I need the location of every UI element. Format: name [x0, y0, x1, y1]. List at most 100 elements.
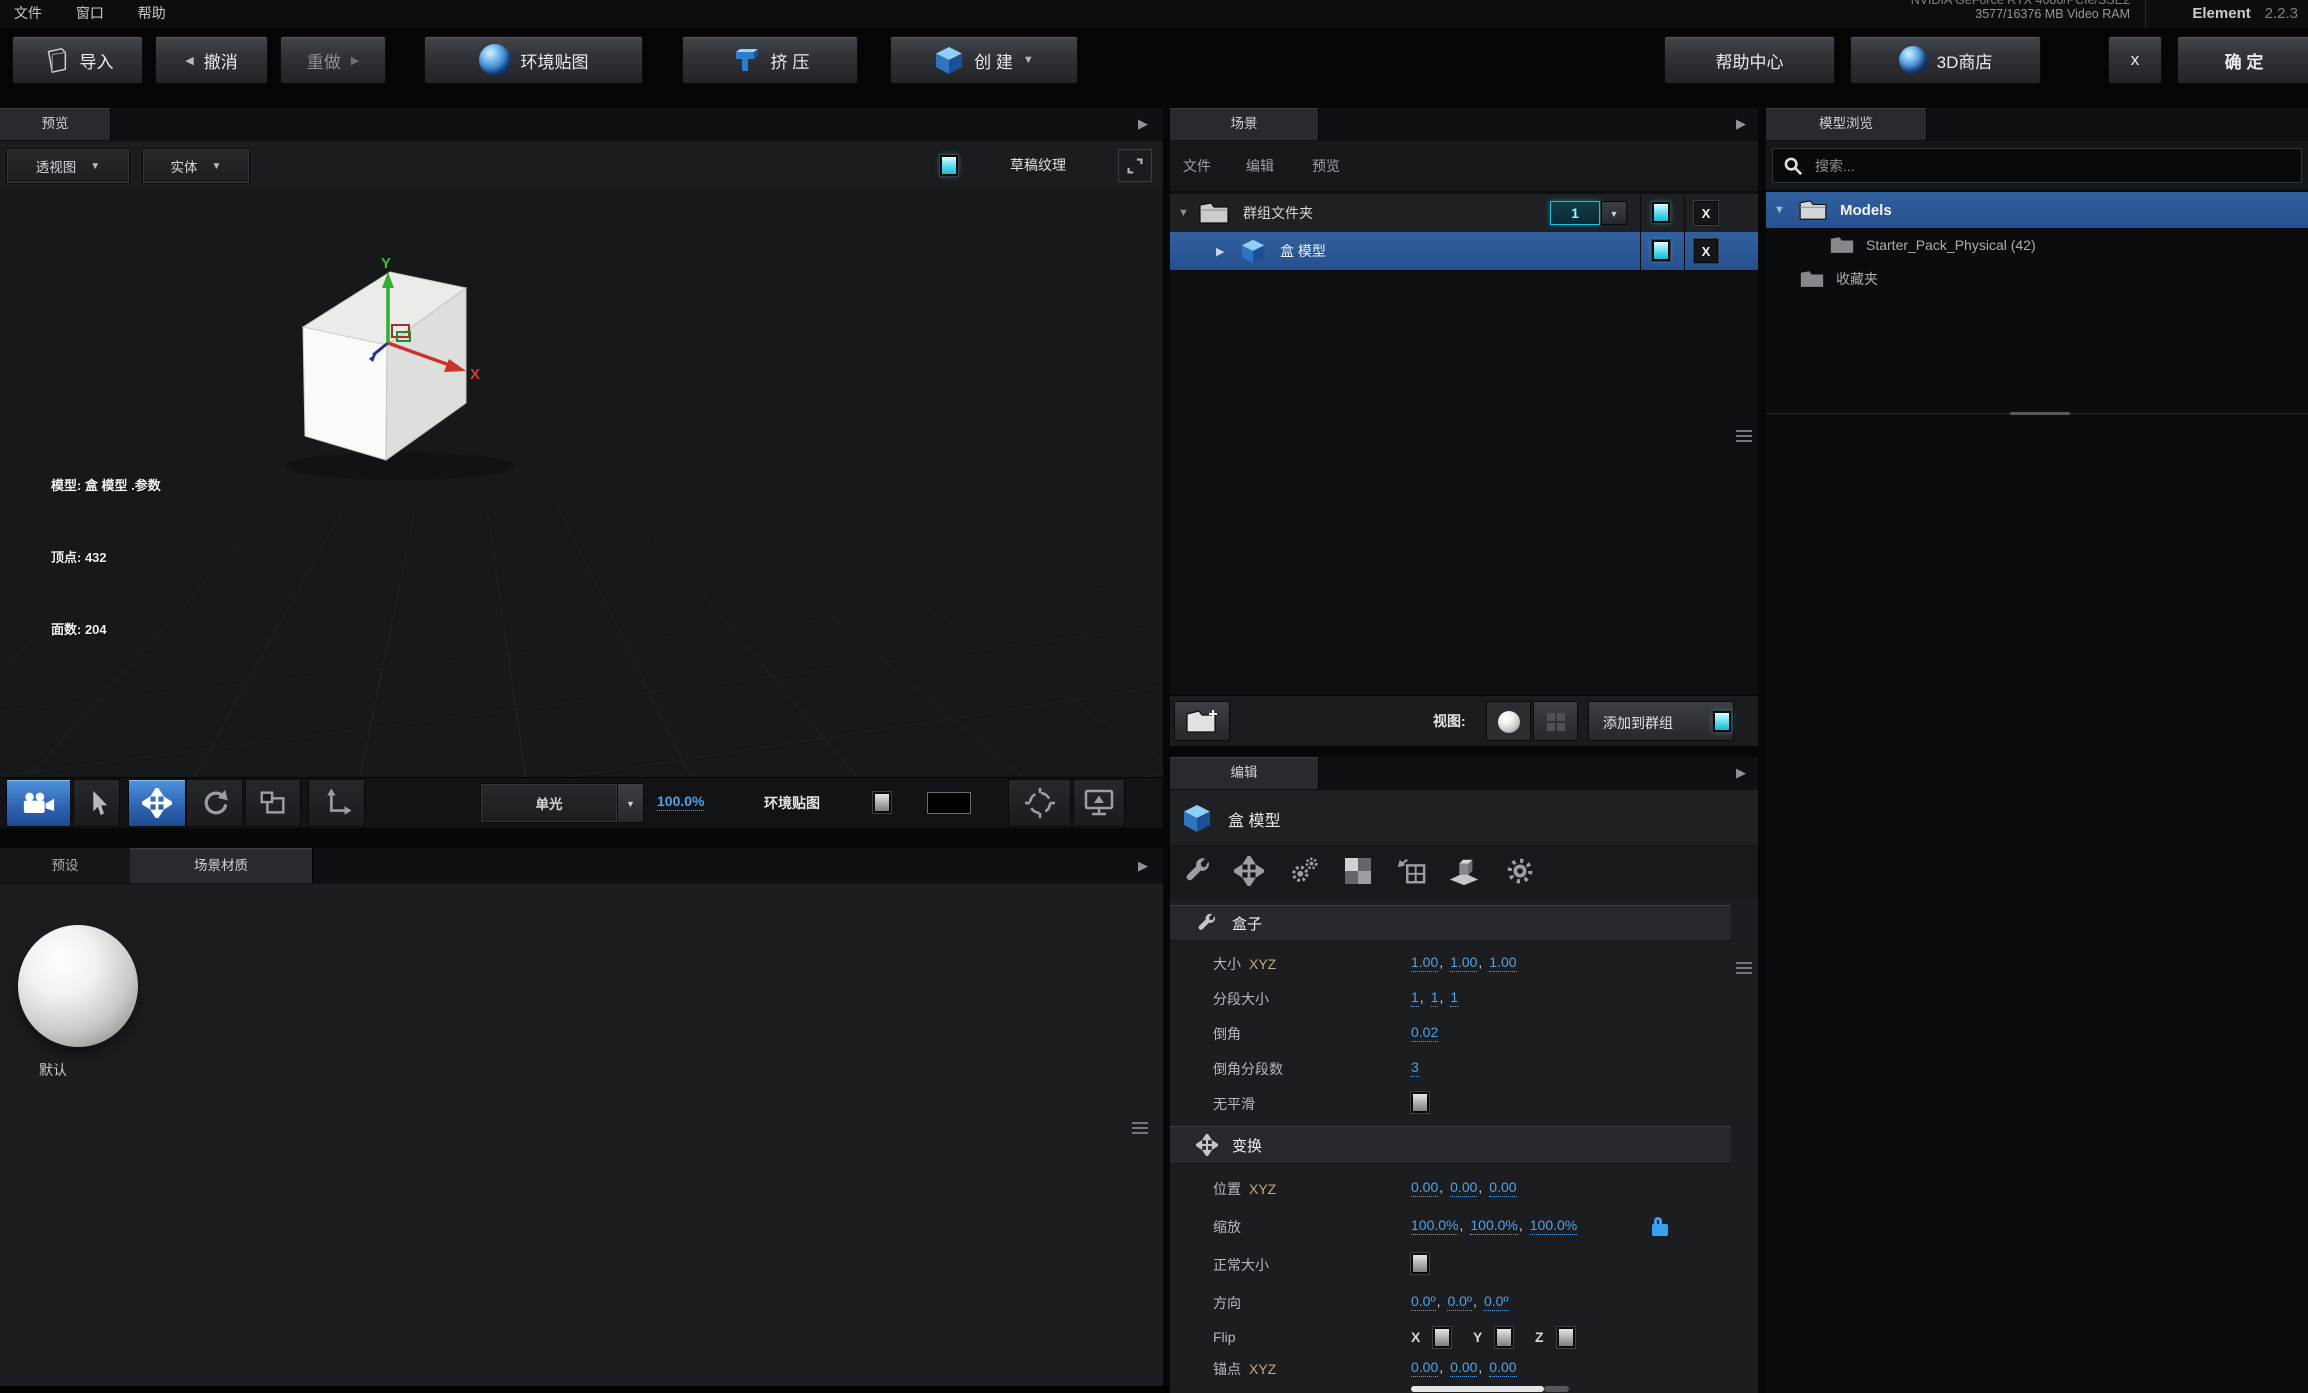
env-map-checkbox[interactable] [873, 792, 891, 813]
position-x-field[interactable]: 0.00 [1411, 1179, 1438, 1197]
menu-help[interactable]: 帮助 [138, 0, 166, 26]
browser-row-starter-pack[interactable]: Starter_Pack_Physical (42) [1766, 228, 2308, 262]
environment-map-button[interactable]: 环境贴图 [424, 36, 643, 84]
undo-button[interactable]: ◀ 撤消 [155, 36, 268, 84]
segments-z-field[interactable]: 1 [1450, 989, 1458, 1007]
anchor-x-field[interactable]: 0.00 [1411, 1359, 1438, 1377]
orientation-x-field[interactable]: 0.0º [1411, 1293, 1436, 1311]
bevel-extrude-icon[interactable] [1448, 856, 1480, 886]
materials-panel-arrow-icon[interactable]: ▶ [1138, 858, 1148, 874]
close-button[interactable]: x [2108, 36, 2162, 84]
model-delete-button[interactable]: X [1694, 239, 1718, 263]
scene-menu-file[interactable]: 文件 [1183, 156, 1211, 176]
add-to-group-checkbox[interactable] [1713, 711, 1731, 732]
tab-preview[interactable]: 预览 [0, 108, 111, 140]
shading-mode-select[interactable]: 实体 ▼ [142, 148, 250, 184]
flip-x-checkbox[interactable] [1433, 1327, 1451, 1348]
scale-x-field[interactable]: 100.0% [1411, 1217, 1458, 1235]
material-preview-sphere[interactable] [18, 925, 138, 1047]
browser-splitter-handle[interactable] [2010, 412, 2070, 415]
env-color-swatch[interactable] [927, 792, 971, 814]
model-visibility-checkbox[interactable] [1652, 240, 1670, 261]
normal-size-checkbox[interactable] [1411, 1253, 1429, 1274]
camera-mode-select[interactable]: 透视图 ▼ [6, 148, 130, 184]
help-center-button[interactable]: 帮助中心 [1664, 36, 1835, 84]
store-button[interactable]: 3D商店 [1850, 36, 2041, 84]
group-count-box[interactable]: 1 [1550, 201, 1600, 225]
tab-model-browser[interactable]: 模型浏览 [1766, 108, 1927, 140]
output-display-button[interactable] [1073, 779, 1125, 827]
tree-expander-icon[interactable]: ▼ [1178, 207, 1189, 219]
size-x-field[interactable]: 1.00 [1411, 954, 1438, 972]
axis-tool-button[interactable] [308, 779, 365, 827]
select-tool-button[interactable] [73, 779, 120, 827]
position-z-field[interactable]: 0.00 [1489, 1179, 1516, 1197]
texture-checker-icon[interactable] [1343, 856, 1373, 886]
search-input[interactable] [1813, 157, 2247, 175]
segments-y-field[interactable]: 1 [1431, 989, 1439, 1007]
move-tool-button[interactable] [128, 779, 186, 827]
create-button[interactable]: 创 建 ▼ [890, 36, 1078, 84]
focus-target-button[interactable] [1008, 779, 1071, 827]
group-delete-button[interactable]: X [1694, 201, 1718, 225]
browser-row-models[interactable]: ▼ Models [1766, 192, 2308, 228]
scene-row-group-folder[interactable]: ▼ 群组文件夹 1 ▼ X [1170, 194, 1758, 233]
scene-scroll-handle[interactable] [1736, 430, 1752, 445]
segments-x-field[interactable]: 1 [1411, 989, 1419, 1007]
edit-hscrollbar-track[interactable] [1544, 1386, 1569, 1392]
scene-row-box-model[interactable]: ▶ 盒 模型 X [1170, 232, 1758, 271]
size-z-field[interactable]: 1.00 [1489, 954, 1516, 972]
anchor-z-field[interactable]: 0.00 [1489, 1359, 1516, 1377]
anchor-y-field[interactable]: 0.00 [1450, 1359, 1477, 1377]
draft-texture-checkbox[interactable] [940, 155, 958, 176]
section-box[interactable]: 盒子 [1170, 905, 1731, 941]
tab-presets[interactable]: 预设 [0, 848, 131, 883]
scale-lock-icon[interactable] [1652, 1224, 1668, 1236]
orientation-z-field[interactable]: 0.0º [1484, 1293, 1509, 1311]
browser-row-favorites[interactable]: 收藏夹 [1766, 262, 2308, 296]
tree-expander-icon[interactable]: ▼ [1774, 204, 1785, 216]
transform-icon[interactable] [1234, 856, 1264, 886]
edit-hscrollbar-thumb[interactable] [1411, 1386, 1544, 1392]
scale-z-field[interactable]: 100.0% [1530, 1217, 1577, 1235]
group-visibility-checkbox[interactable] [1652, 202, 1670, 223]
new-group-button[interactable] [1174, 701, 1230, 741]
bevel-segments-field[interactable]: 3 [1411, 1059, 1419, 1077]
edit-panel-arrow-icon[interactable]: ▶ [1736, 765, 1746, 781]
menu-window[interactable]: 窗口 [76, 0, 104, 26]
light-mode-select[interactable]: 单光 [480, 783, 618, 823]
add-to-group-button[interactable]: 添加到群组 [1588, 701, 1734, 741]
tab-scene[interactable]: 场景 [1170, 108, 1319, 140]
materials-scroll-handle[interactable] [1132, 1122, 1148, 1137]
redo-button[interactable]: 重做 ▶ [280, 36, 386, 84]
flip-z-checkbox[interactable] [1557, 1327, 1575, 1348]
scene-panel-arrow-icon[interactable]: ▶ [1736, 116, 1746, 132]
rotate-tool-button[interactable] [186, 779, 243, 827]
gear-icon[interactable] [1505, 856, 1535, 886]
orientation-y-field[interactable]: 0.0º [1447, 1293, 1472, 1311]
confirm-button[interactable]: 确 定 [2177, 36, 2308, 84]
size-y-field[interactable]: 1.00 [1450, 954, 1477, 972]
section-transform[interactable]: 变换 [1170, 1126, 1731, 1164]
group-count-arrow-button[interactable]: ▼ [1601, 201, 1627, 225]
view-sphere-button[interactable] [1486, 701, 1531, 741]
duplicate-icon[interactable] [1396, 856, 1426, 886]
viewport-zoom-value[interactable]: 100.0% [657, 793, 704, 811]
import-button[interactable]: 导入 [12, 36, 143, 84]
tab-scene-materials[interactable]: 场景材质 [130, 848, 313, 883]
viewport-3d[interactable]: Y X 模型: 盒 模型 .参数 顶点: 432 面数: 204 [0, 190, 1163, 777]
scene-menu-edit[interactable]: 编辑 [1246, 156, 1274, 176]
flip-y-checkbox[interactable] [1495, 1327, 1513, 1348]
viewport-expand-button[interactable] [1118, 149, 1152, 182]
scene-menu-preview[interactable]: 预览 [1312, 156, 1340, 176]
view-cubes-button[interactable] [1533, 701, 1578, 741]
tree-expander-icon[interactable]: ▶ [1216, 245, 1224, 258]
position-y-field[interactable]: 0.00 [1450, 1179, 1477, 1197]
light-mode-arrow-button[interactable]: ▼ [617, 783, 644, 823]
scale-tool-button[interactable] [245, 779, 301, 827]
bevel-field[interactable]: 0.02 [1411, 1024, 1438, 1042]
edit-scroll-handle[interactable] [1736, 962, 1752, 977]
extrude-button[interactable]: 挤 压 [682, 36, 858, 84]
menu-file[interactable]: 文件 [14, 0, 42, 26]
no-smooth-checkbox[interactable] [1411, 1092, 1429, 1113]
